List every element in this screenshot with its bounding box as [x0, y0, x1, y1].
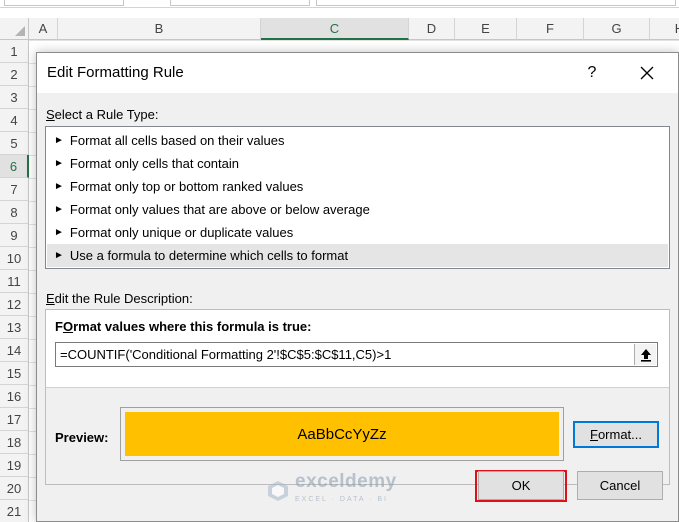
row-header[interactable]: 7: [0, 178, 29, 201]
formula-text: =COUNTIF('Conditional Formatting 2'!$C$5…: [60, 347, 392, 362]
row-header[interactable]: 10: [0, 247, 29, 270]
rule-type-item[interactable]: ► Use a formula to determine which cells …: [47, 244, 668, 267]
rule-type-label: Format only unique or duplicate values: [69, 225, 294, 240]
upload-arrow-icon: [640, 348, 651, 362]
toolbar-strip: [0, 0, 679, 8]
column-header[interactable]: F: [517, 18, 584, 40]
row-header[interactable]: 11: [0, 270, 29, 293]
exceldemy-logo-icon: [268, 481, 288, 501]
rule-type-item[interactable]: ► Format only cells that contain: [47, 152, 668, 175]
rule-type-item[interactable]: ► Format all cells based on their values: [47, 129, 668, 152]
watermark-brand: exceldemy EXCEL · DATA · BI: [295, 471, 397, 503]
dialog-titlebar: Edit Formatting Rule ?: [37, 53, 678, 93]
rule-type-item[interactable]: ► Format only unique or duplicate values: [47, 221, 668, 244]
rule-type-label: Select a Rule Type:: [46, 107, 159, 122]
rule-type-label: Format only top or bottom ranked values: [69, 179, 304, 194]
formula-section: FOrmat values where this formula is true…: [46, 310, 669, 388]
row-header[interactable]: 18: [0, 431, 29, 454]
column-header[interactable]: H: [650, 18, 679, 40]
formula-heading: FOrmat values where this formula is true…: [55, 319, 312, 334]
column-header[interactable]: A: [29, 18, 58, 40]
row-header[interactable]: 4: [0, 109, 29, 132]
row-header[interactable]: 6: [0, 155, 29, 178]
exceldemy-watermark: exceldemy EXCEL · DATA · BI: [267, 471, 397, 509]
rule-description-panel: FOrmat values where this formula is true…: [45, 309, 670, 485]
format-button[interactable]: Format...: [573, 421, 659, 448]
row-header[interactable]: 14: [0, 339, 29, 362]
triangle-right-icon: ►: [54, 204, 64, 215]
preview-sample: AaBbCcYyZz: [125, 412, 559, 456]
edit-description-label: Edit the Rule Description:: [46, 291, 193, 306]
cancel-button[interactable]: Cancel: [577, 471, 663, 500]
row-header[interactable]: 12: [0, 293, 29, 316]
help-button[interactable]: ?: [578, 59, 606, 87]
rule-type-label: Format only cells that contain: [69, 156, 239, 171]
rule-type-item[interactable]: ► Format only values that are above or be…: [47, 198, 668, 221]
triangle-right-icon: ►: [54, 250, 64, 261]
collapse-dialog-button[interactable]: [634, 344, 656, 365]
row-header[interactable]: 20: [0, 477, 29, 500]
row-header[interactable]: 21: [0, 500, 29, 522]
row-header[interactable]: 3: [0, 86, 29, 109]
row-header[interactable]: 19: [0, 454, 29, 477]
row-header[interactable]: 2: [0, 63, 29, 86]
formula-input[interactable]: =COUNTIF('Conditional Formatting 2'!$C$5…: [55, 342, 658, 367]
ok-button[interactable]: OK: [478, 471, 564, 500]
rule-type-list[interactable]: ► Format all cells based on their values ►…: [45, 126, 670, 269]
preview-label: Preview:: [55, 430, 109, 445]
row-header[interactable]: 1: [0, 40, 29, 63]
triangle-right-icon: ►: [54, 181, 64, 192]
triangle-right-icon: ►: [54, 158, 64, 169]
preview-box: AaBbCcYyZz: [120, 407, 564, 461]
row-header[interactable]: 5: [0, 132, 29, 155]
column-header[interactable]: C: [261, 18, 409, 40]
column-header[interactable]: G: [584, 18, 650, 40]
rule-type-item[interactable]: ► Format only top or bottom ranked values: [47, 175, 668, 198]
formula-bar-edge: [170, 0, 310, 6]
column-header[interactable]: D: [409, 18, 455, 40]
row-header[interactable]: 15: [0, 362, 29, 385]
dialog-title: Edit Formatting Rule: [47, 64, 184, 81]
select-all-corner[interactable]: [0, 18, 29, 40]
row-header[interactable]: 16: [0, 385, 29, 408]
row-header[interactable]: 8: [0, 201, 29, 224]
triangle-right-icon: ►: [54, 227, 64, 238]
rule-type-label: Format only values that are above or bel…: [69, 202, 370, 217]
rule-type-label: Use a formula to determine which cells t…: [69, 248, 349, 263]
column-header[interactable]: B: [58, 18, 261, 40]
close-icon: [640, 66, 654, 80]
row-header[interactable]: 9: [0, 224, 29, 247]
row-header[interactable]: 17: [0, 408, 29, 431]
column-header[interactable]: E: [455, 18, 517, 40]
row-header[interactable]: 13: [0, 316, 29, 339]
name-box-edge: [4, 0, 124, 6]
close-button[interactable]: [633, 59, 661, 87]
formula-bar-edge-2: [316, 0, 676, 6]
rule-type-label: Format all cells based on their values: [69, 133, 285, 148]
triangle-right-icon: ►: [54, 135, 64, 146]
edit-formatting-rule-dialog: Edit Formatting Rule ? Select a Rule Typ…: [36, 52, 679, 522]
